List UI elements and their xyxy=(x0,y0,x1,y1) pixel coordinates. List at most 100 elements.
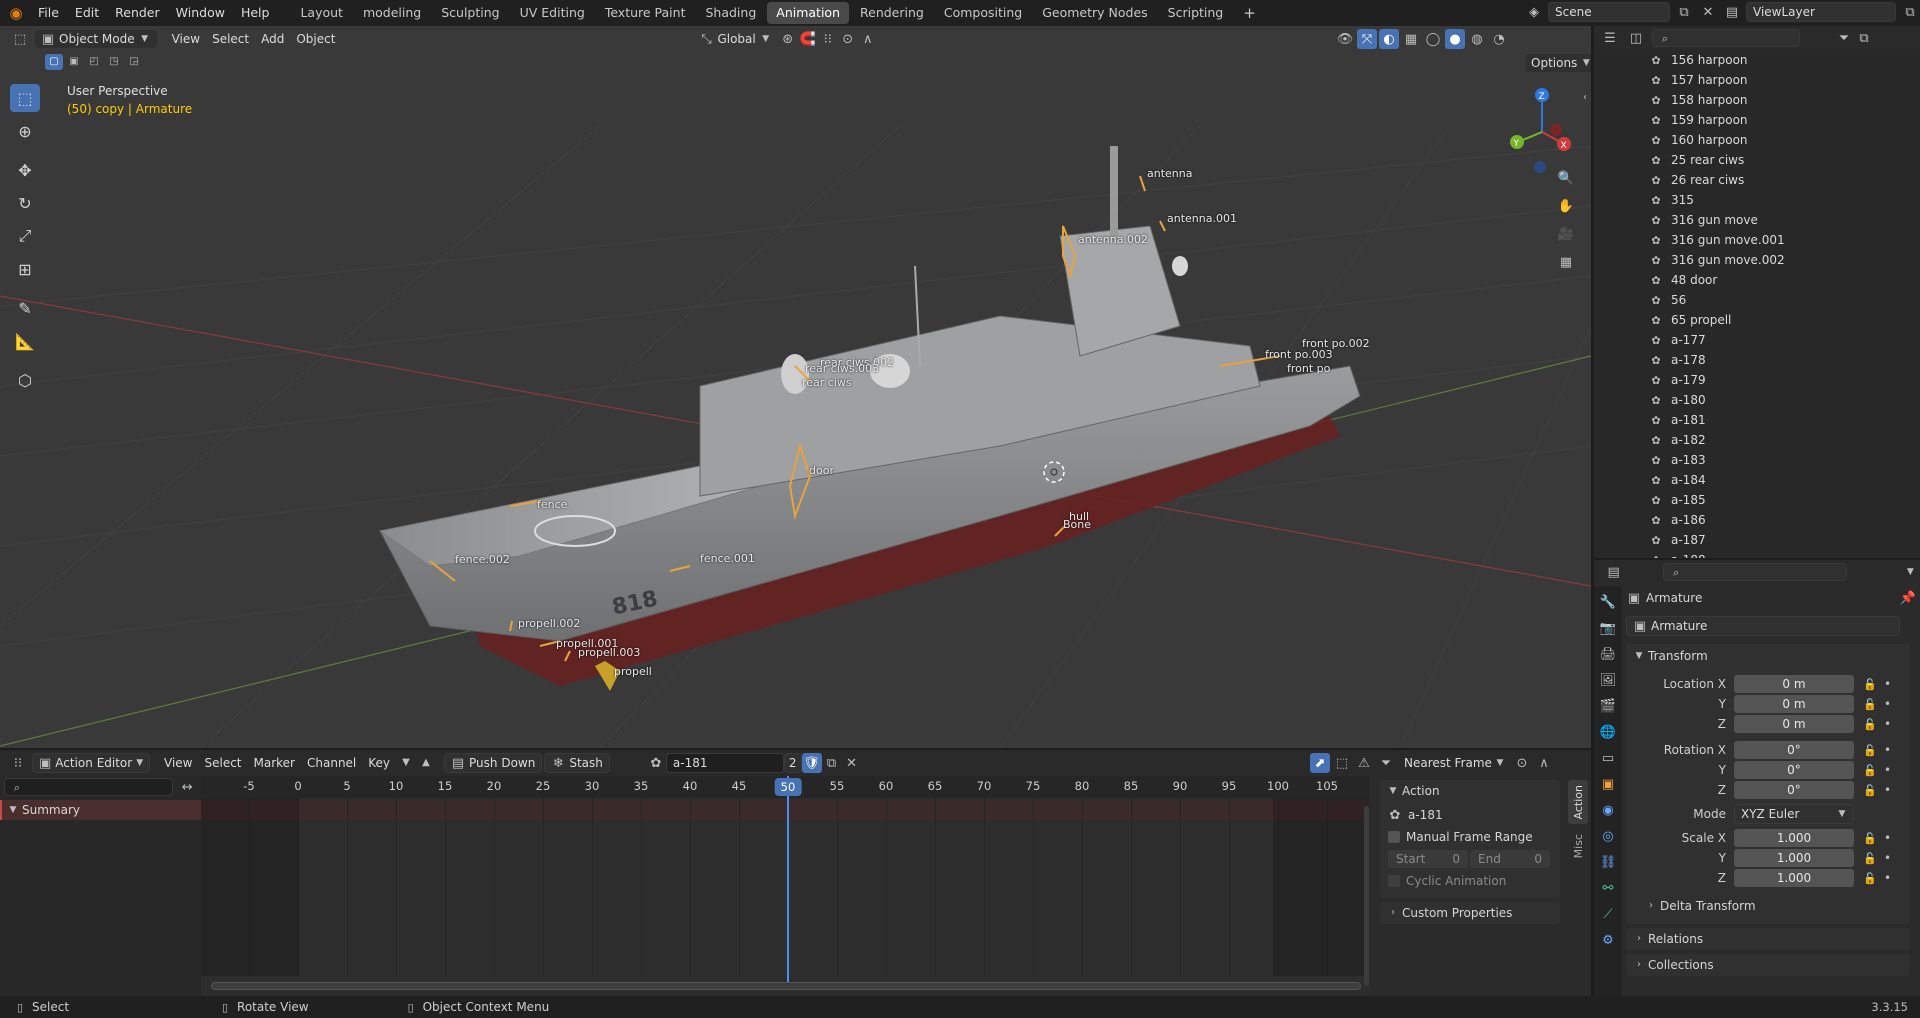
object-tab-icon[interactable]: ▣ xyxy=(1598,774,1618,794)
select-intersect-icon[interactable]: ◲ xyxy=(125,54,143,70)
navigation-gizmo[interactable]: Z X Y xyxy=(1500,86,1580,176)
menu-key[interactable]: Key xyxy=(362,753,396,773)
rotate-tool-icon[interactable]: ↻ xyxy=(10,189,40,217)
viewlayer-field[interactable]: ViewLayer xyxy=(1746,2,1896,22)
options-dropdown[interactable]: Options ▼ xyxy=(1524,53,1591,73)
solid-shading-icon[interactable]: ● xyxy=(1445,29,1465,49)
outliner-item[interactable]: ✿ a-186 xyxy=(1594,510,1920,530)
pan-hand-icon[interactable]: ✋ xyxy=(1556,196,1576,216)
snap-icon[interactable]: 🧲 xyxy=(798,29,818,49)
visibility-icon[interactable]: 👁 xyxy=(1335,29,1355,49)
outliner-item[interactable]: ✿ a-178 xyxy=(1594,350,1920,370)
properties-editor-icon[interactable]: ▤ xyxy=(1604,562,1623,582)
object-mode-dropdown[interactable]: ▣ Object Mode ▼ xyxy=(34,29,158,49)
outliner-item[interactable]: ✿ a-180 xyxy=(1594,390,1920,410)
tab-shading[interactable]: Shading xyxy=(696,2,765,24)
transform-panel-header[interactable]: ▼ Transform xyxy=(1626,644,1910,668)
menu-help[interactable]: Help xyxy=(233,0,278,26)
keyframe-region[interactable]: -5 0 5 10 15 20 25 30 35 40 45 50 55 60 65 70 75 80 85 90 95… xyxy=(201,776,1369,996)
outliner-editor-icon[interactable]: ☰ xyxy=(1600,28,1620,48)
outliner-item[interactable]: ✿ 316 gun move xyxy=(1594,210,1920,230)
scale-tool-icon[interactable]: ⤢ xyxy=(10,222,40,250)
lock-icon[interactable]: 🔓 xyxy=(1860,714,1880,734)
render-tab-icon[interactable]: 📷 xyxy=(1598,618,1618,638)
scale-z-field[interactable]: 1.000 xyxy=(1734,869,1854,887)
move-tool-icon[interactable]: ✥ xyxy=(10,156,40,184)
select-subtract-icon[interactable]: ◰ xyxy=(85,54,103,70)
keyframe-dot-icon[interactable]: • xyxy=(1884,763,1891,777)
blender-logo-icon[interactable]: ◉ xyxy=(6,3,26,23)
filter-icon[interactable]: ⏷ xyxy=(1834,28,1854,48)
filter-icon[interactable]: ⏷ xyxy=(1376,753,1396,773)
action-users-count[interactable]: 2 xyxy=(783,753,802,773)
proportional-edit-icon[interactable]: ⊙ xyxy=(1512,753,1532,773)
physics-tab-icon[interactable]: ◎ xyxy=(1598,826,1618,846)
outliner-item[interactable]: ✿ a-182 xyxy=(1594,430,1920,450)
tab-modeling[interactable]: modeling xyxy=(354,2,430,24)
lock-icon[interactable]: 🔓 xyxy=(1860,848,1880,868)
rotation-mode-dropdown[interactable]: XYZ Euler ▼ xyxy=(1734,804,1854,824)
fake-user-shield-icon[interactable]: 🛡 xyxy=(801,753,822,773)
menu-view[interactable]: View xyxy=(166,29,206,49)
world-tab-icon[interactable]: 🌐 xyxy=(1598,722,1618,742)
properties-editor[interactable]: ▤ ⌕ ▼ 🔧 📷 🖨 🖼 🎬 🌐 ▭ ▣ ◉ ◎ ⛓ ⚯ ⟋ ⚙ ▣ Arma… xyxy=(1594,560,1920,996)
cyclic-animation-row[interactable]: Cyclic Animation xyxy=(1380,870,1560,892)
action-panel-header[interactable]: ▼ Action xyxy=(1380,780,1560,802)
outliner-item[interactable]: ✿ a-177 xyxy=(1594,330,1920,350)
lock-icon[interactable]: 🔓 xyxy=(1860,674,1880,694)
current-frame-indicator[interactable]: 50 xyxy=(774,778,802,796)
outliner-item[interactable]: ✿ 156 harpoon xyxy=(1594,50,1920,70)
select-extend-icon[interactable]: ▣ xyxy=(65,54,83,70)
action-browse-icon[interactable]: ✿ xyxy=(646,753,666,773)
new-scene-icon[interactable]: ⧉ xyxy=(1674,2,1694,22)
lock-icon[interactable]: 🔓 xyxy=(1860,694,1880,714)
modifier-tab-icon[interactable]: ◉ xyxy=(1598,800,1618,820)
lock-icon[interactable]: 🔓 xyxy=(1860,760,1880,780)
object-name-field[interactable]: ▣ Armature xyxy=(1626,616,1900,636)
outliner-item[interactable]: ✿ 48 door xyxy=(1594,270,1920,290)
new-collection-icon[interactable]: ⧉ xyxy=(1854,28,1874,48)
outliner-item[interactable]: ✿ 25 rear ciws xyxy=(1594,150,1920,170)
action-editor[interactable]: ⁝⁝ ▣ Action Editor ▼ View Select Marker … xyxy=(0,750,1591,996)
menu-window[interactable]: Window xyxy=(168,0,233,26)
outliner-item[interactable]: ✿ 160 harpoon xyxy=(1594,130,1920,150)
armature-data-tab-icon[interactable]: ⚯ xyxy=(1598,878,1618,898)
horizontal-scrollbar[interactable] xyxy=(211,982,1361,990)
relations-panel[interactable]: › Relations xyxy=(1626,928,1910,950)
dopesheet-editor-icon[interactable]: ⁝⁝ xyxy=(8,753,28,773)
menu-edit[interactable]: Edit xyxy=(67,0,107,26)
pivot-icon[interactable]: ⊛ xyxy=(778,29,798,49)
cursor-tool-icon[interactable]: ⊕ xyxy=(10,117,40,145)
outliner-search[interactable]: ⌕ xyxy=(1652,29,1800,47)
keyframe-dot-icon[interactable]: • xyxy=(1884,783,1891,797)
outliner-item[interactable]: ✿ a-183 xyxy=(1594,450,1920,470)
bone-constraint-tab-icon[interactable]: ⚙ xyxy=(1598,930,1618,950)
lock-icon[interactable]: 🔓 xyxy=(1860,868,1880,888)
tab-misc[interactable]: Misc xyxy=(1568,828,1588,864)
location-y-field[interactable]: 0 m xyxy=(1734,695,1854,713)
display-mode-icon[interactable]: ◫ xyxy=(1626,28,1646,48)
lock-icon[interactable]: 🔓 xyxy=(1860,780,1880,800)
editor-mode-dropdown[interactable]: ▣ Action Editor ▼ xyxy=(32,753,150,773)
manual-range-checkbox[interactable] xyxy=(1388,831,1400,843)
tab-scripting[interactable]: Scripting xyxy=(1159,2,1233,24)
manual-frame-range-row[interactable]: Manual Frame Range xyxy=(1380,826,1560,848)
menu-channel[interactable]: Channel xyxy=(301,753,362,773)
new-action-icon[interactable]: ⧉ xyxy=(822,753,842,773)
outliner-item[interactable]: ✿ a-185 xyxy=(1594,490,1920,510)
outliner-item[interactable]: ✿ 315 xyxy=(1594,190,1920,210)
rendered-shading-icon[interactable]: ◔ xyxy=(1489,29,1509,49)
tab-layout[interactable]: Layout xyxy=(291,2,352,24)
tool-tab-icon[interactable]: 🔧 xyxy=(1598,592,1618,612)
output-tab-icon[interactable]: 🖨 xyxy=(1598,644,1618,664)
cyclic-checkbox[interactable] xyxy=(1388,875,1400,887)
keyframe-dot-icon[interactable]: • xyxy=(1884,851,1891,865)
location-x-field[interactable]: 0 m xyxy=(1734,675,1854,693)
outliner-item[interactable]: ✿ 159 harpoon xyxy=(1594,110,1920,130)
outliner-item[interactable]: ✿ 158 harpoon xyxy=(1594,90,1920,110)
properties-search[interactable]: ⌕ xyxy=(1663,563,1847,581)
keyframe-dot-icon[interactable]: • xyxy=(1884,743,1891,757)
push-down-button[interactable]: ▤ Push Down xyxy=(444,753,543,773)
viewlayer-icon[interactable]: ▤ xyxy=(1722,2,1742,22)
scene-field[interactable]: Scene xyxy=(1548,2,1670,22)
